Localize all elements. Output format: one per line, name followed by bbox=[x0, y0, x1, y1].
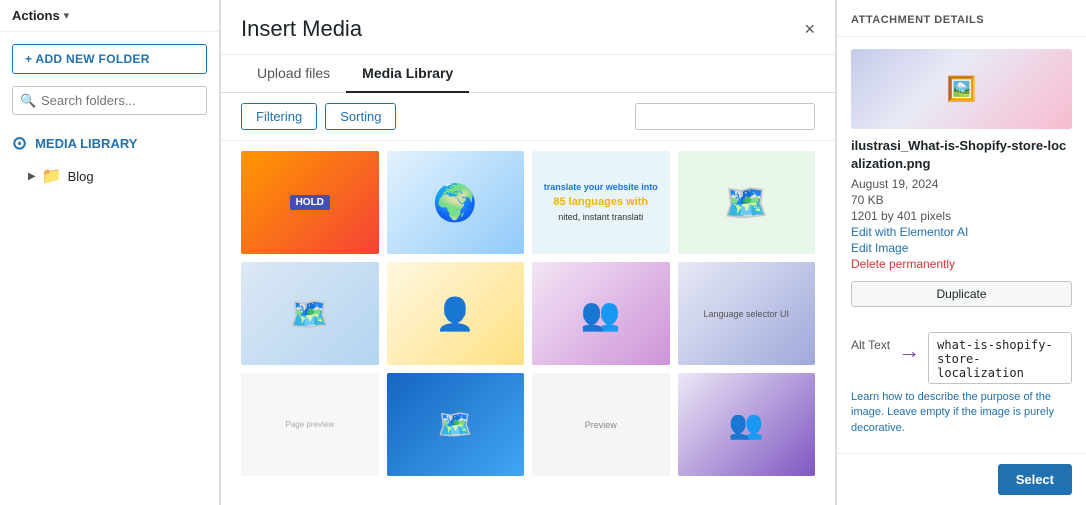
media-item[interactable]: HOLD bbox=[241, 151, 379, 254]
alt-text-input[interactable]: what-is-shopify-store-localization bbox=[928, 332, 1072, 384]
globe-icon: 🌍 bbox=[433, 182, 478, 224]
media-item[interactable]: 👤 bbox=[387, 262, 525, 365]
actions-label: Actions bbox=[12, 8, 60, 23]
tab-media-library[interactable]: Media Library bbox=[346, 55, 469, 93]
map-blue-icon: 🗺️ bbox=[438, 408, 473, 441]
media-item[interactable]: 👥 bbox=[532, 262, 670, 365]
sidebar-item-blog[interactable]: ▶ 📁 Blog bbox=[12, 162, 207, 190]
filter-button[interactable]: Filtering bbox=[241, 103, 317, 130]
attachment-panel: ATTACHMENT DETAILS 🖼️ ilustrasi_What-is-… bbox=[836, 0, 1086, 505]
world-map-icon: 🗺️ bbox=[724, 182, 769, 224]
attachment-size: 70 KB bbox=[851, 193, 1072, 207]
alt-text-label: Alt Text bbox=[851, 332, 890, 352]
alt-text-arrow-icon: → bbox=[898, 332, 920, 364]
attachment-details-header: ATTACHMENT DETAILS bbox=[837, 0, 1086, 37]
delete-permanently-link[interactable]: Delete permanently bbox=[851, 257, 1072, 271]
search-folders-input[interactable] bbox=[12, 86, 207, 115]
actions-chevron-icon: ▾ bbox=[64, 9, 70, 22]
actions-bar: Actions ▾ bbox=[0, 0, 219, 32]
media-item[interactable]: 👥 bbox=[678, 373, 816, 476]
media-search-input[interactable] bbox=[635, 103, 815, 130]
search-folders-wrapper: 🔍 bbox=[12, 86, 207, 115]
alt-text-section: Alt Text → what-is-shopify-store-localiz… bbox=[837, 332, 1086, 440]
toolbar: Filtering Sorting bbox=[221, 93, 835, 141]
modal-header: Insert Media × bbox=[221, 0, 835, 55]
folder-chevron-icon: ▶ bbox=[28, 171, 36, 182]
sort-button[interactable]: Sorting bbox=[325, 103, 396, 130]
person-icon: 👤 bbox=[435, 295, 475, 333]
tabs-bar: Upload files Media Library bbox=[221, 55, 835, 93]
media-item[interactable]: 🗺️ bbox=[678, 151, 816, 254]
media-item[interactable]: 🗺️ bbox=[387, 373, 525, 476]
media-item[interactable]: 🗺️ bbox=[241, 262, 379, 365]
media-item[interactable]: Page preview bbox=[241, 373, 379, 476]
attachment-thumbnail: 🖼️ bbox=[851, 49, 1072, 129]
select-button[interactable]: Select bbox=[998, 464, 1072, 495]
modal-title: Insert Media bbox=[241, 16, 362, 42]
alt-text-row: Alt Text → what-is-shopify-store-localiz… bbox=[851, 332, 1072, 384]
people-icon: 👥 bbox=[581, 295, 621, 333]
attachment-filename: ilustrasi_What-is-Shopify-store-localiza… bbox=[851, 137, 1072, 173]
add-folder-button[interactable]: + ADD NEW FOLDER bbox=[12, 44, 207, 74]
folder-name: Blog bbox=[68, 169, 94, 184]
sidebar: Actions ▾ + ADD NEW FOLDER 🔍 ⊙ MEDIA LIB… bbox=[0, 0, 220, 505]
media-item[interactable]: Language selector UI bbox=[678, 262, 816, 365]
search-icon: 🔍 bbox=[20, 93, 36, 109]
attachment-date: August 19, 2024 bbox=[851, 177, 1072, 191]
tab-upload-files[interactable]: Upload files bbox=[241, 55, 346, 93]
media-library-section: ⊙ MEDIA LIBRARY ▶ 📁 Blog bbox=[0, 127, 219, 196]
edit-elementor-link[interactable]: Edit with Elementor AI bbox=[851, 225, 1072, 239]
media-item[interactable]: 🌍 bbox=[387, 151, 525, 254]
media-library-icon: ⊙ bbox=[12, 133, 27, 154]
select-button-row: Select bbox=[837, 453, 1086, 505]
thumbnail-image: 🖼️ bbox=[851, 49, 1072, 129]
close-button[interactable]: × bbox=[804, 20, 815, 38]
media-item[interactable]: Preview bbox=[532, 373, 670, 476]
main-area: Insert Media × Upload files Media Librar… bbox=[220, 0, 836, 505]
duplicate-button[interactable]: Duplicate bbox=[851, 281, 1072, 307]
folder-icon: 📁 bbox=[42, 166, 62, 186]
people-2-icon: 👥 bbox=[729, 408, 764, 441]
media-grid: HOLD 🌍 translate your website into 85 la… bbox=[241, 151, 815, 476]
attachment-info: ilustrasi_What-is-Shopify-store-localiza… bbox=[837, 137, 1086, 273]
edit-image-link[interactable]: Edit Image bbox=[851, 241, 1072, 255]
attachment-dimensions: 1201 by 401 pixels bbox=[851, 209, 1072, 223]
media-library-label[interactable]: ⊙ MEDIA LIBRARY bbox=[12, 133, 207, 154]
learn-link[interactable]: Learn how to describe the purpose of the… bbox=[851, 390, 1072, 436]
media-grid-container: HOLD 🌍 translate your website into 85 la… bbox=[221, 141, 835, 505]
world-map-2-icon: 🗺️ bbox=[290, 295, 330, 333]
media-item[interactable]: translate your website into 85 languages… bbox=[532, 151, 670, 254]
